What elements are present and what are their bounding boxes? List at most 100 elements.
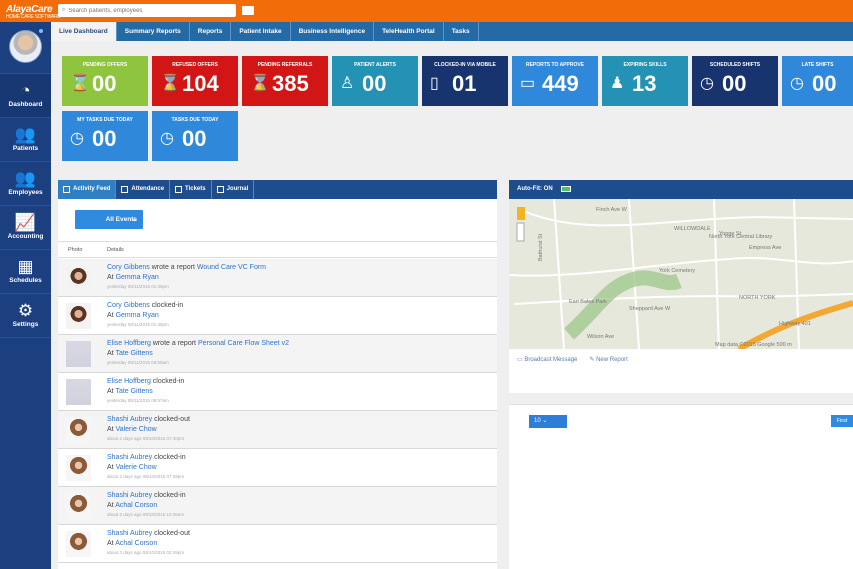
table-row[interactable]: Shashi Aubrey clocked-out At Achal Corso… — [58, 525, 497, 563]
employee-name-link[interactable]: Shashi Aubrey — [107, 530, 152, 537]
kpi-my-tasks-due[interactable]: My Tasks Due Today ◷ 00 — [62, 111, 148, 161]
kpi-expiring-skills[interactable]: Expiring Skills ♟ 13 — [602, 56, 688, 106]
avatar[interactable] — [9, 30, 42, 63]
sidebar-item-dashboard[interactable]: ◔ Dashboard — [0, 74, 51, 118]
book-icon: ▭ — [520, 75, 536, 92]
employee-name-link[interactable]: Elise Hoffberg — [107, 378, 151, 385]
table-row[interactable]: Shashi Aubrey clocked-out At Valerie Cho… — [58, 411, 497, 449]
mobile-icon: ▯ — [430, 75, 439, 92]
kpi-value: 00 — [812, 71, 837, 96]
kpi-pending-offers[interactable]: Pending Offers ⌛ 00 — [62, 56, 148, 106]
tab-reports[interactable]: Reports — [190, 22, 232, 41]
hourglass-icon: ⌛ — [70, 75, 90, 92]
tab-attendance[interactable]: Attendance — [116, 180, 171, 199]
search-box[interactable]: ⌕ — [58, 4, 236, 17]
patient-link[interactable]: Tate Gittens — [115, 388, 152, 395]
activity-action: wrote a report — [151, 264, 195, 271]
report-link[interactable]: Personal Care Flow Sheet v2 — [198, 340, 289, 347]
brand-logo[interactable]: AlayaCare HOME CARE SOFTWARE — [6, 4, 61, 20]
kpi-pending-referrals[interactable]: Pending Referrals ⌛ 385 — [242, 56, 328, 106]
hourglass-icon: ⌛ — [250, 75, 270, 92]
patient-link[interactable]: Achal Corson — [115, 540, 157, 547]
table-row[interactable]: Elise Hoffberg wrote a report Personal C… — [58, 335, 497, 373]
patient-link[interactable]: Valerie Chow — [116, 426, 157, 433]
sidebar-item-label: Settings — [12, 321, 39, 328]
patient-link[interactable]: Tate Gittens — [115, 350, 152, 357]
sidebar-item-schedules[interactable]: ▦ Schedules — [0, 250, 51, 294]
kpi-refused-offers[interactable]: Refused Offers ⌛ 104 — [152, 56, 238, 106]
kpi-scheduled-shifts[interactable]: Scheduled Shifts ◷ 00 — [692, 56, 778, 106]
employee-photo — [66, 379, 91, 405]
employee-name-link[interactable]: Cory Gibbens — [107, 302, 150, 309]
sidebar-item-accounting[interactable]: 📈 Accounting — [0, 206, 51, 250]
patient-link[interactable]: Gemma Ryan — [116, 274, 159, 281]
page-size-select[interactable]: 10 ⌄ — [529, 415, 567, 428]
tab-business-intelligence[interactable]: Business Intelligence — [291, 22, 375, 41]
activity-details: Shashi Aubrey clocked-in At Valerie Chow… — [107, 454, 186, 479]
patient-link[interactable]: Achal Corson — [115, 502, 157, 509]
sidebar-item-label: Schedules — [9, 277, 42, 284]
message-icon[interactable] — [242, 6, 254, 15]
kpi-reports-to-approve[interactable]: Reports to Approve ▭ 449 — [512, 56, 598, 106]
tab-tickets[interactable]: Tickets — [170, 180, 212, 199]
kpi-patient-alerts[interactable]: Patient Alerts ♙ 00 — [332, 56, 418, 106]
street-view-icon[interactable] — [517, 207, 525, 220]
table-row[interactable]: Shashi Aubrey clocked-in At Achal Corson… — [58, 487, 497, 525]
sidebar-item-employees[interactable]: 👥 Employees — [0, 162, 51, 206]
patient-link[interactable]: Gemma Ryan — [116, 312, 159, 319]
employee-name-link[interactable]: Shashi Aubrey — [107, 416, 152, 423]
tab-journal[interactable]: Journal — [212, 180, 255, 199]
activity-panel: Activity Feed Attendance Tickets Journal… — [58, 180, 497, 569]
map[interactable]: Finch Ave W Yonge St NORTH YORK WILLOWDA… — [509, 199, 853, 349]
sidebar-item-settings[interactable]: ⚙ Settings — [0, 294, 51, 338]
kpi-value: 385 — [272, 71, 309, 96]
tab-summary-reports[interactable]: Summary Reports — [117, 22, 190, 41]
person-icon: ♙ — [340, 75, 355, 92]
tab-patient-intake[interactable]: Patient Intake — [231, 22, 291, 41]
search-icon: ⌕ — [62, 7, 66, 13]
table-row[interactable]: Cory Gibbens clocked-in At Gemma Ryan ye… — [58, 297, 497, 335]
kpi-label: Scheduled Shifts — [709, 62, 761, 68]
employee-name-link[interactable]: Shashi Aubrey — [107, 492, 152, 499]
employee-name-link[interactable]: Shashi Aubrey — [107, 454, 152, 461]
tab-live-dashboard[interactable]: Live Dashboard — [51, 22, 117, 41]
kpi-value: 449 — [542, 71, 579, 96]
employee-name-link[interactable]: Elise Hoffberg — [107, 340, 151, 347]
profile-section[interactable] — [0, 22, 51, 74]
employee-photo — [66, 265, 91, 291]
kpi-late-shifts[interactable]: Late Shifts ◷ 00 — [782, 56, 853, 106]
kpi-value: 104 — [182, 71, 219, 96]
table-row[interactable]: Elise Hoffberg clocked-in At Tate Gitten… — [58, 373, 497, 411]
report-link[interactable]: Wound Care VC Form — [197, 264, 266, 271]
kpi-label: Expiring Skills — [623, 62, 667, 68]
broadcast-message-button[interactable]: ▭ Broadcast Message — [517, 356, 577, 363]
ticket-icon — [175, 186, 183, 193]
sidebar-item-patients[interactable]: 👥 Patients — [0, 118, 51, 162]
activity-tabs: Activity Feed Attendance Tickets Journal — [58, 180, 497, 199]
tab-tasks[interactable]: Tasks — [444, 22, 479, 41]
clock-icon: ◷ — [700, 75, 714, 92]
details-column-header: Details — [107, 247, 124, 253]
journal-icon — [216, 186, 224, 193]
new-report-button[interactable]: ✎ New Report — [589, 356, 627, 363]
tab-activity-feed[interactable]: Activity Feed — [58, 180, 117, 199]
activity-action: clocked-in — [152, 378, 185, 385]
tab-telehealth-portal[interactable]: TeleHealth Portal — [374, 22, 444, 41]
kpi-clocked-in[interactable]: Clocked-In via Mobile ▯ 01 — [422, 56, 508, 106]
users-icon: 👥 — [14, 125, 37, 144]
kpi-label: Pending Offers — [82, 62, 128, 68]
auto-fit-toggle[interactable] — [561, 186, 571, 192]
search-input[interactable] — [68, 7, 219, 14]
first-page-button[interactable]: First — [831, 415, 853, 427]
online-status-icon — [39, 29, 43, 33]
hourglass-icon: ⌛ — [160, 75, 180, 92]
activity-time: about 2 days ago 08/10/2015 10:36am — [107, 512, 185, 517]
events-filter-button[interactable]: All Events ⌄ — [75, 210, 143, 229]
table-row[interactable]: Cory Gibbens wrote a report Wound Care V… — [58, 259, 497, 297]
table-row[interactable]: Shashi Aubrey clocked-in At Valerie Chow… — [58, 449, 497, 487]
zoom-controls[interactable] — [516, 222, 525, 242]
employee-name-link[interactable]: Cory Gibbens — [107, 264, 150, 271]
patient-link[interactable]: Valerie Chow — [116, 464, 157, 471]
kpi-tasks-due-today[interactable]: Tasks Due Today ◷ 00 — [152, 111, 238, 161]
map-label: Wilson Ave — [587, 334, 614, 340]
